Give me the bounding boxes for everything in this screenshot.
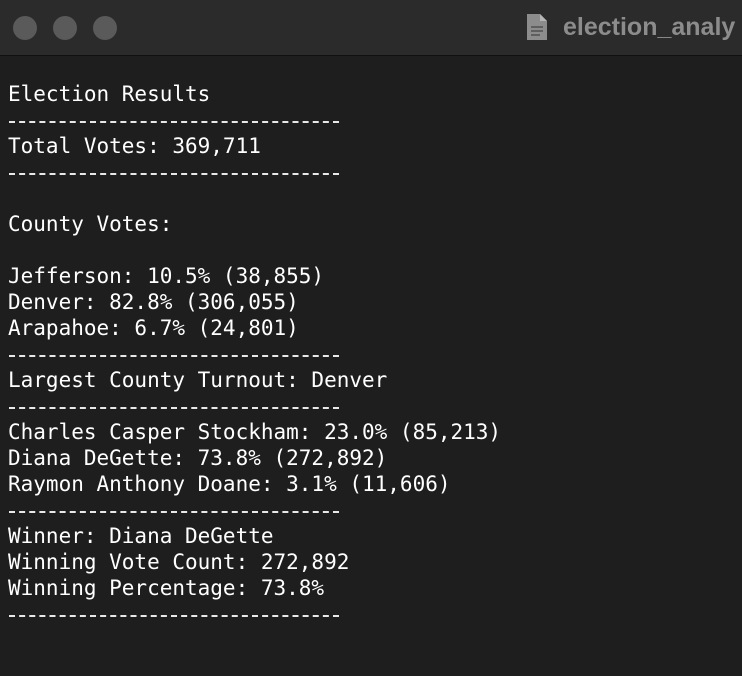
separator <box>8 601 738 627</box>
largest-county-line: Largest County Turnout: Denver <box>8 368 388 392</box>
window-title: election_analy <box>563 13 736 41</box>
results-heading: Election Results <box>8 82 211 106</box>
winner-line: Winner: Diana DeGette <box>8 524 274 548</box>
minimize-window-button[interactable] <box>53 16 77 40</box>
terminal-output: Election Results Total Votes: 369,711 Co… <box>8 81 738 627</box>
county-votes-header: County Votes: <box>8 212 173 236</box>
separator <box>8 341 738 367</box>
document-icon <box>526 13 548 41</box>
separator <box>8 159 738 185</box>
zoom-window-button[interactable] <box>93 16 117 40</box>
winning-percentage-line: Winning Percentage: 73.8% <box>8 576 325 600</box>
separator <box>8 497 738 523</box>
candidate-line: Diana DeGette: 73.8% (272,892) <box>8 446 388 470</box>
close-window-button[interactable] <box>13 16 37 40</box>
title-bar: election_analy <box>0 0 742 56</box>
winning-count-line: Winning Vote Count: 272,892 <box>8 550 350 574</box>
county-line: Arapahoe: 6.7% (24,801) <box>8 316 299 340</box>
county-line: Jefferson: 10.5% (38,855) <box>8 264 325 288</box>
county-line: Denver: 82.8% (306,055) <box>8 290 299 314</box>
candidate-line: Charles Casper Stockham: 23.0% (85,213) <box>8 420 502 444</box>
total-votes-line: Total Votes: 369,711 <box>8 134 261 158</box>
separator <box>8 107 738 133</box>
terminal-window: election_analy Election Results Total Vo… <box>0 0 742 676</box>
separator <box>8 393 738 419</box>
candidate-line: Raymon Anthony Doane: 3.1% (11,606) <box>8 472 451 496</box>
